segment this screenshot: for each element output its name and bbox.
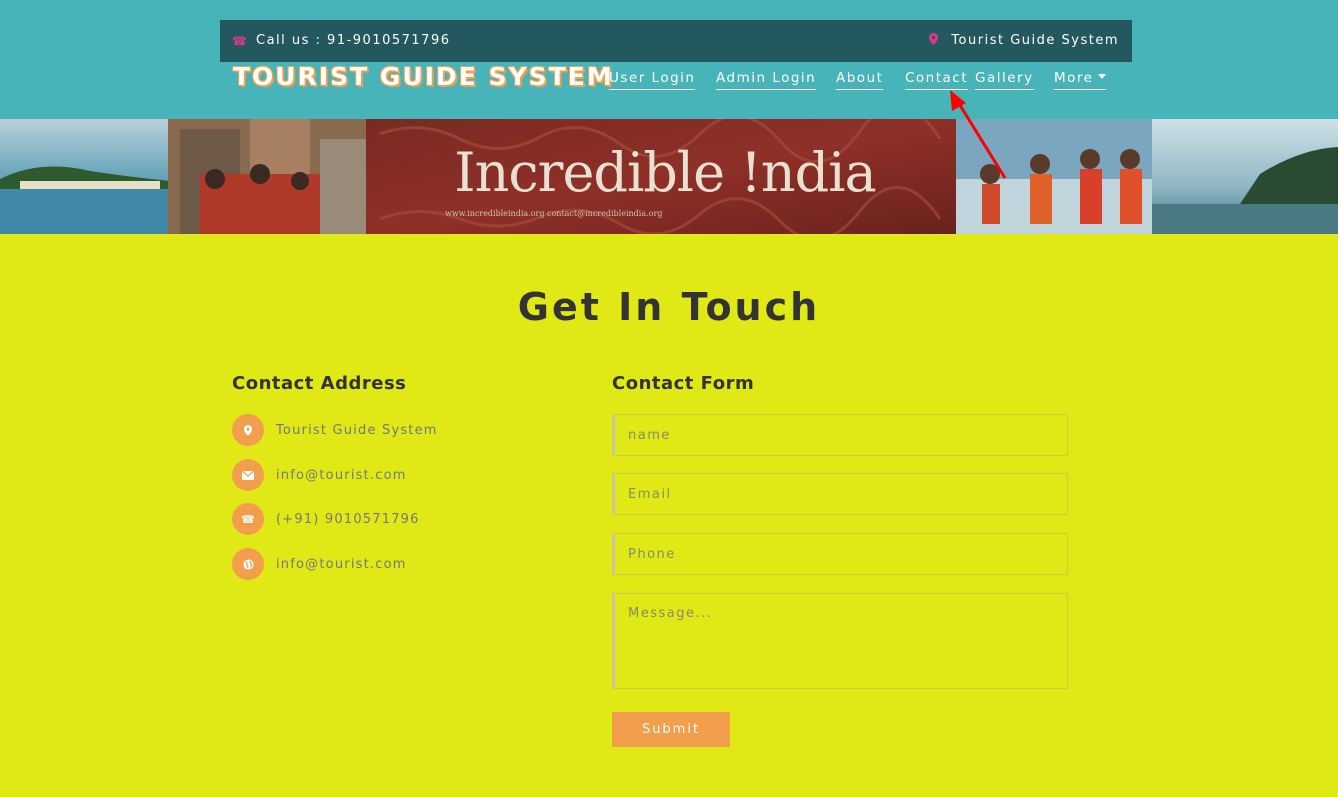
nav-about-label: About xyxy=(836,70,884,90)
nav-user-login-label: User Login xyxy=(609,70,696,90)
nav-more-text: More xyxy=(1054,70,1094,86)
address-location-item: Tourist Guide System xyxy=(232,414,438,446)
nav-gallery[interactable]: Gallery xyxy=(975,70,1034,90)
call-us-info: ☎ Call us : 91-9010571796 xyxy=(232,33,451,48)
map-pin-icon xyxy=(232,414,264,446)
nav-contact[interactable]: Contact xyxy=(905,70,969,90)
address-web-text[interactable]: info@tourist.com xyxy=(276,557,407,572)
call-us-text: Call us : 91-9010571796 xyxy=(256,33,451,48)
nav-contact-label: Contact xyxy=(905,70,969,90)
brand-logo[interactable]: TOURIST GUIDE SYSTEM xyxy=(233,62,614,91)
site-header: ☎ Call us : 91-9010571796 Tourist Guide … xyxy=(0,0,1338,119)
envelope-icon xyxy=(232,459,264,491)
address-web-item: info@tourist.com xyxy=(232,548,407,580)
email-input[interactable] xyxy=(612,473,1068,515)
address-email-item: info@tourist.com xyxy=(232,459,407,491)
nav-more-label: More xyxy=(1054,70,1107,90)
banner-heading: Incredible !ndia xyxy=(454,141,876,204)
nav-gallery-label: Gallery xyxy=(975,70,1034,90)
site-location-info: Tourist Guide System xyxy=(927,33,1119,48)
nav-admin-login[interactable]: Admin Login xyxy=(716,70,817,90)
address-phone-text: (+91) 9010571796 xyxy=(276,511,420,527)
submit-button[interactable]: Submit xyxy=(612,712,730,747)
phone-input[interactable] xyxy=(612,533,1068,575)
contact-form-heading: Contact Form xyxy=(612,373,755,394)
address-phone-item: ☎ (+91) 9010571796 xyxy=(232,503,420,535)
address-location-text: Tourist Guide System xyxy=(276,422,438,438)
name-input[interactable] xyxy=(612,414,1068,456)
contact-address-heading: Contact Address xyxy=(232,373,407,394)
nav-about[interactable]: About xyxy=(836,70,884,90)
nav-more-dropdown[interactable]: More xyxy=(1054,70,1107,90)
message-textarea[interactable] xyxy=(612,593,1068,689)
globe-icon xyxy=(232,548,264,580)
page-title: Get In Touch xyxy=(517,285,821,329)
chevron-down-icon xyxy=(1098,74,1107,79)
phone-icon: ☎ xyxy=(232,33,249,48)
site-name-text: Tourist Guide System xyxy=(951,33,1119,48)
hero-banner: Incredible !ndia www.incredibleindia.org… xyxy=(0,119,1338,234)
phone-icon: ☎ xyxy=(232,503,264,535)
nav-admin-login-label: Admin Login xyxy=(716,70,817,90)
map-pin-icon xyxy=(927,33,939,48)
top-info-bar: ☎ Call us : 91-9010571796 Tourist Guide … xyxy=(220,20,1132,62)
nav-user-login[interactable]: User Login xyxy=(609,70,696,90)
address-email-text[interactable]: info@tourist.com xyxy=(276,468,407,483)
banner-subtext: www.incredibleindia.org contact@incredib… xyxy=(445,209,663,218)
